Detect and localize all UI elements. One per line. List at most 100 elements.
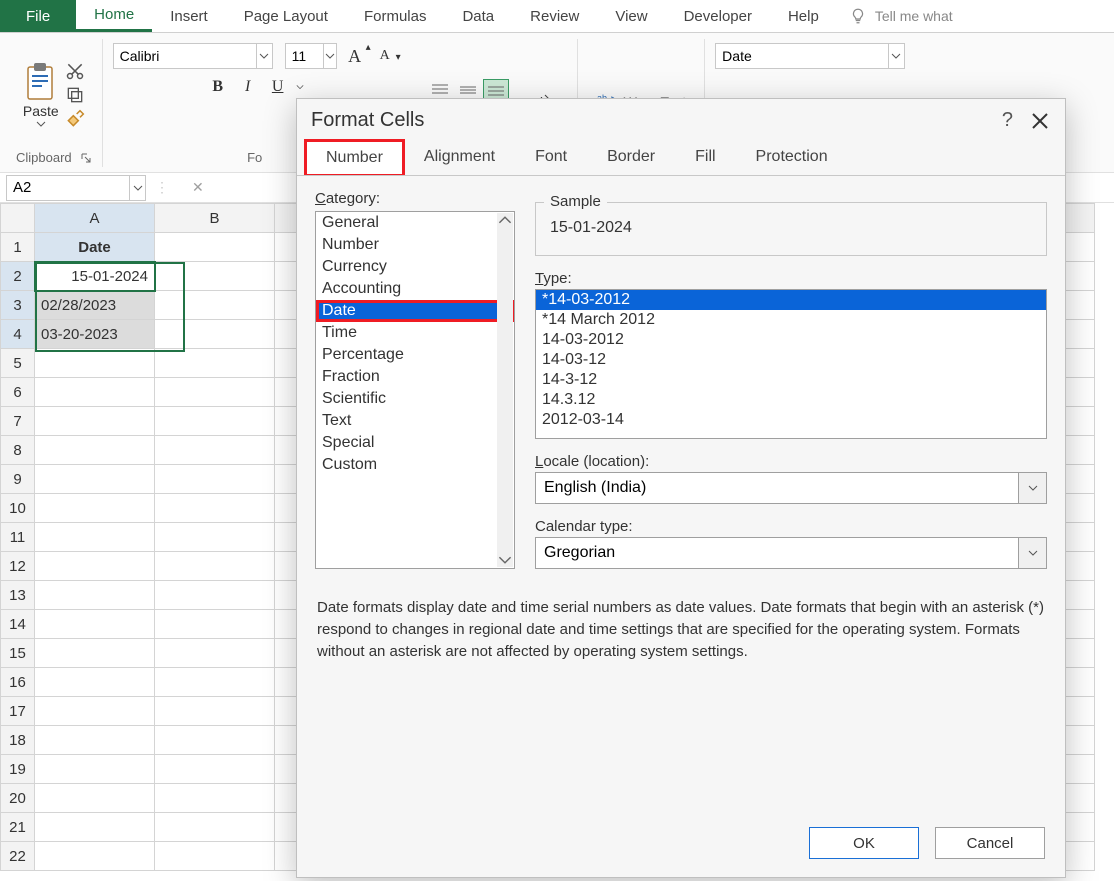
select-all-corner[interactable]	[1, 204, 35, 233]
font-size-input[interactable]	[286, 48, 324, 64]
type-item-5[interactable]: 14.3.12	[536, 390, 1046, 410]
font-name-dropdown[interactable]	[256, 44, 272, 68]
italic-button[interactable]: I	[236, 75, 260, 99]
tab-review[interactable]: Review	[512, 0, 597, 32]
col-header-a[interactable]: A	[35, 204, 155, 233]
name-box[interactable]	[6, 175, 146, 201]
dialog-launcher-icon[interactable]	[80, 152, 92, 164]
cell-a1[interactable]: Date	[35, 233, 155, 262]
tell-me[interactable]: Tell me what	[837, 0, 959, 32]
cell-a2[interactable]: 15-01-2024	[35, 262, 155, 291]
cat-general[interactable]: General	[316, 212, 514, 234]
tab-formulas[interactable]: Formulas	[346, 0, 445, 32]
underline-button[interactable]: U	[266, 75, 290, 99]
row-header-20[interactable]: 20	[1, 784, 35, 813]
locale-combo[interactable]	[535, 472, 1047, 504]
tab-insert[interactable]: Insert	[152, 0, 226, 32]
cell-b3[interactable]	[155, 291, 275, 320]
shrink-font-button[interactable]: A	[373, 44, 397, 68]
row-header-8[interactable]: 8	[1, 436, 35, 465]
row-header-4[interactable]: 4	[1, 320, 35, 349]
cell-a3[interactable]: 02/28/2023	[35, 291, 155, 320]
calendar-combo[interactable]	[535, 537, 1047, 569]
name-box-dropdown[interactable]	[129, 176, 145, 200]
cancel-formula-icon[interactable]: ✕	[192, 179, 204, 196]
close-icon[interactable]	[1029, 110, 1051, 132]
cat-text[interactable]: Text	[316, 410, 514, 432]
row-header-21[interactable]: 21	[1, 813, 35, 842]
font-size-dropdown[interactable]	[323, 44, 335, 68]
cat-fraction[interactable]: Fraction	[316, 366, 514, 388]
calendar-input[interactable]	[535, 537, 1019, 569]
paste-button[interactable]: Paste	[23, 61, 59, 129]
type-item-1[interactable]: *14 March 2012	[536, 310, 1046, 330]
type-item-3[interactable]: 14-03-12	[536, 350, 1046, 370]
cat-scientific[interactable]: Scientific	[316, 388, 514, 410]
font-size-combo[interactable]	[285, 43, 337, 69]
dlg-tab-protection[interactable]: Protection	[736, 140, 848, 176]
row-header-7[interactable]: 7	[1, 407, 35, 436]
row-header-1[interactable]: 1	[1, 233, 35, 262]
scrollbar[interactable]	[497, 213, 513, 567]
cat-currency[interactable]: Currency	[316, 256, 514, 278]
font-name-combo[interactable]	[113, 43, 273, 69]
number-format-combo[interactable]	[715, 43, 905, 69]
scroll-down-icon[interactable]	[498, 553, 512, 567]
row-header-18[interactable]: 18	[1, 726, 35, 755]
row-header-6[interactable]: 6	[1, 378, 35, 407]
row-header-14[interactable]: 14	[1, 610, 35, 639]
col-header-b[interactable]: B	[155, 204, 275, 233]
number-format-input[interactable]	[716, 48, 888, 64]
scroll-up-icon[interactable]	[498, 213, 512, 227]
dlg-tab-number[interactable]: Number	[305, 140, 404, 176]
copy-icon[interactable]	[65, 85, 85, 105]
cell-a4[interactable]: 03-20-2023	[35, 320, 155, 349]
tab-page-layout[interactable]: Page Layout	[226, 0, 346, 32]
dialog-help-button[interactable]: ?	[986, 109, 1029, 132]
type-item-0[interactable]: *14-03-2012	[536, 290, 1046, 310]
cat-special[interactable]: Special	[316, 432, 514, 454]
name-box-input[interactable]	[7, 179, 129, 196]
dlg-tab-font[interactable]: Font	[515, 140, 587, 176]
category-list[interactable]: General Number Currency Accounting Date …	[315, 211, 515, 569]
dlg-tab-alignment[interactable]: Alignment	[404, 140, 515, 176]
row-header-19[interactable]: 19	[1, 755, 35, 784]
grow-font-button[interactable]: A	[343, 44, 367, 68]
cat-accounting[interactable]: Accounting	[316, 278, 514, 300]
cat-date[interactable]: Date	[316, 300, 514, 322]
cell-b2[interactable]	[155, 262, 275, 291]
dlg-tab-border[interactable]: Border	[587, 140, 675, 176]
type-item-4[interactable]: 14-3-12	[536, 370, 1046, 390]
row-header-16[interactable]: 16	[1, 668, 35, 697]
row-header-5[interactable]: 5	[1, 349, 35, 378]
cat-number[interactable]: Number	[316, 234, 514, 256]
chevron-down-icon[interactable]	[296, 82, 304, 92]
tab-developer[interactable]: Developer	[666, 0, 770, 32]
row-header-13[interactable]: 13	[1, 581, 35, 610]
tab-view[interactable]: View	[597, 0, 665, 32]
dlg-tab-fill[interactable]: Fill	[675, 140, 735, 176]
type-item-2[interactable]: 14-03-2012	[536, 330, 1046, 350]
font-name-input[interactable]	[114, 48, 256, 64]
row-header-11[interactable]: 11	[1, 523, 35, 552]
calendar-dropdown[interactable]	[1019, 537, 1047, 569]
row-header-3[interactable]: 3	[1, 291, 35, 320]
format-painter-icon[interactable]	[65, 109, 85, 129]
tab-data[interactable]: Data	[444, 0, 512, 32]
locale-input[interactable]	[535, 472, 1019, 504]
tab-home[interactable]: Home	[76, 0, 152, 32]
cancel-button[interactable]: Cancel	[935, 827, 1045, 859]
type-item-6[interactable]: 2012-03-14	[536, 410, 1046, 430]
row-header-2[interactable]: 2	[1, 262, 35, 291]
cat-time[interactable]: Time	[316, 322, 514, 344]
row-header-9[interactable]: 9	[1, 465, 35, 494]
cell-b4[interactable]	[155, 320, 275, 349]
locale-dropdown[interactable]	[1019, 472, 1047, 504]
row-header-22[interactable]: 22	[1, 842, 35, 871]
ok-button[interactable]: OK	[809, 827, 919, 859]
tab-file[interactable]: File	[0, 0, 76, 32]
row-header-10[interactable]: 10	[1, 494, 35, 523]
row-header-17[interactable]: 17	[1, 697, 35, 726]
type-list[interactable]: *14-03-2012 *14 March 2012 14-03-2012 14…	[535, 289, 1047, 439]
tab-help[interactable]: Help	[770, 0, 837, 32]
